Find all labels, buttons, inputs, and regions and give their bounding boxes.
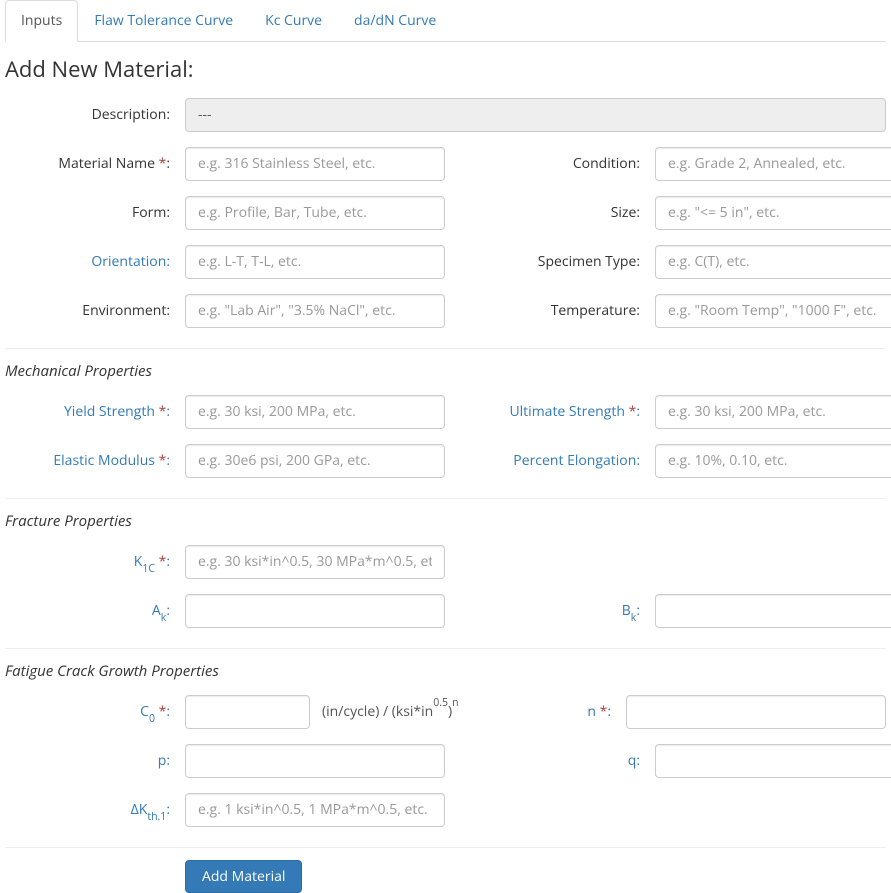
ak-input[interactable] bbox=[185, 594, 445, 628]
size-label: Size: bbox=[475, 203, 655, 223]
dkth-input[interactable] bbox=[185, 793, 445, 827]
q-label[interactable]: q: bbox=[475, 751, 655, 771]
n-input[interactable] bbox=[626, 695, 886, 729]
tab-flaw-tolerance-curve[interactable]: Flaw Tolerance Curve bbox=[78, 0, 249, 42]
mechanical-properties-title: Mechanical Properties bbox=[5, 361, 886, 381]
description-field: --- bbox=[185, 98, 886, 132]
description-value: --- bbox=[198, 105, 212, 124]
condition-label: Condition: bbox=[475, 154, 655, 174]
elastic-modulus-input[interactable] bbox=[185, 444, 445, 478]
yield-strength-input[interactable] bbox=[185, 395, 445, 429]
n-label[interactable]: n *: bbox=[476, 702, 626, 722]
nav-tabs: Inputs Flaw Tolerance Curve Kc Curve da/… bbox=[5, 0, 886, 42]
divider bbox=[5, 498, 886, 499]
form-label: Form: bbox=[5, 203, 185, 223]
form-input[interactable] bbox=[185, 196, 445, 230]
p-input[interactable] bbox=[185, 744, 445, 778]
bk-input[interactable] bbox=[655, 594, 891, 628]
divider bbox=[5, 847, 886, 848]
size-input[interactable] bbox=[655, 196, 891, 230]
environment-input[interactable] bbox=[185, 294, 445, 328]
add-material-button[interactable]: Add Material bbox=[185, 860, 302, 893]
material-name-label: Material Name *: bbox=[5, 154, 185, 174]
bk-label[interactable]: Bk: bbox=[475, 601, 655, 621]
condition-input[interactable] bbox=[655, 147, 891, 181]
c0-label[interactable]: C0 *: bbox=[5, 702, 185, 722]
q-input[interactable] bbox=[655, 744, 891, 778]
specimen-type-label: Specimen Type: bbox=[475, 252, 655, 272]
tab-kc-curve[interactable]: Kc Curve bbox=[249, 0, 338, 42]
dkth-label[interactable]: ΔKth.1: bbox=[5, 800, 185, 820]
material-name-input[interactable] bbox=[185, 147, 445, 181]
tab-dadn-curve[interactable]: da/dN Curve bbox=[338, 0, 452, 42]
description-label: Description: bbox=[5, 105, 185, 125]
page-title: Add New Material: bbox=[5, 54, 886, 84]
temperature-input[interactable] bbox=[655, 294, 891, 328]
c0-input[interactable] bbox=[185, 695, 310, 729]
orientation-input[interactable] bbox=[185, 245, 445, 279]
yield-strength-label[interactable]: Yield Strength *: bbox=[5, 402, 185, 422]
divider bbox=[5, 648, 886, 649]
orientation-label[interactable]: Orientation: bbox=[5, 252, 185, 272]
c0-unit-label: (in/cycle) / (ksi*in0.5)n bbox=[310, 702, 459, 721]
k1c-input[interactable] bbox=[185, 545, 445, 579]
k1c-label[interactable]: K1C *: bbox=[5, 552, 185, 572]
environment-label: Environment: bbox=[5, 301, 185, 321]
ultimate-strength-label[interactable]: Ultimate Strength *: bbox=[475, 402, 655, 422]
percent-elongation-input[interactable] bbox=[655, 444, 891, 478]
divider bbox=[5, 348, 886, 349]
p-label[interactable]: p: bbox=[5, 751, 185, 771]
fracture-properties-title: Fracture Properties bbox=[5, 511, 886, 531]
fcg-properties-title: Fatigue Crack Growth Properties bbox=[5, 661, 886, 681]
ultimate-strength-input[interactable] bbox=[655, 395, 891, 429]
tab-inputs[interactable]: Inputs bbox=[5, 0, 78, 42]
percent-elongation-label[interactable]: Percent Elongation: bbox=[475, 451, 655, 471]
ak-label[interactable]: Ak: bbox=[5, 601, 185, 621]
temperature-label: Temperature: bbox=[475, 301, 655, 321]
specimen-type-input[interactable] bbox=[655, 245, 891, 279]
elastic-modulus-label[interactable]: Elastic Modulus *: bbox=[5, 451, 185, 471]
